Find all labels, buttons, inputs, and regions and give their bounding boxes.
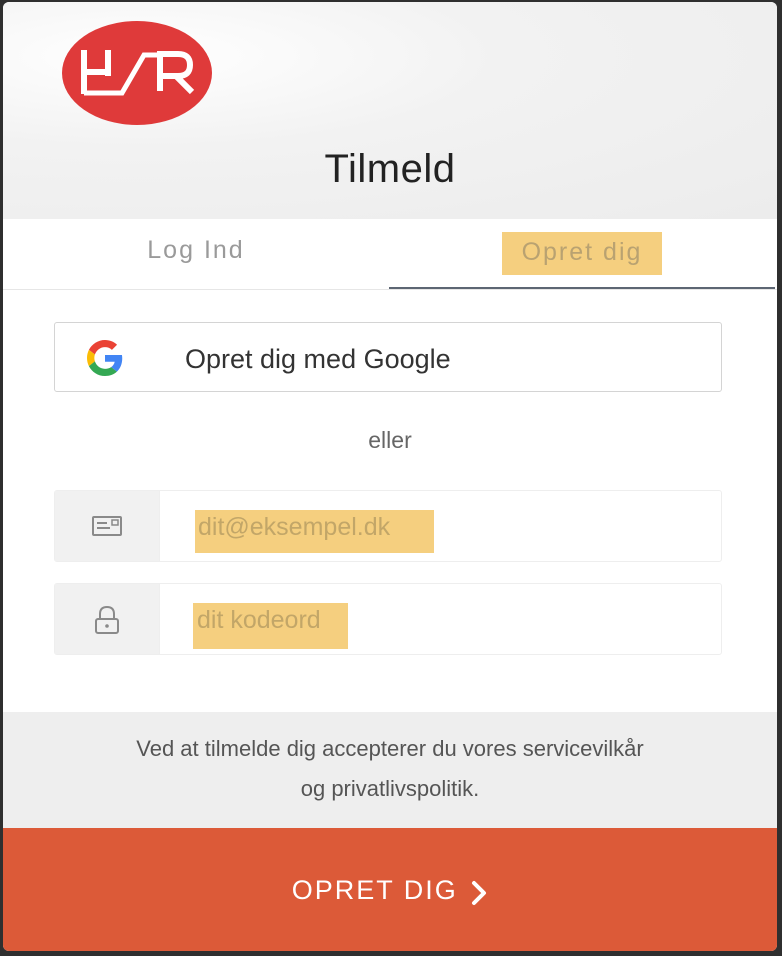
tab-opret-dig[interactable]: Opret dig — [389, 219, 775, 289]
terms-notice: Ved at tilmelde dig accepterer du vores … — [3, 712, 777, 828]
email-input[interactable] — [160, 491, 720, 561]
password-input[interactable] — [160, 584, 720, 654]
terms-line-2: og privatlivspolitik. — [300, 776, 480, 801]
logo-mark-icon — [81, 50, 195, 96]
google-signup-button[interactable]: Opret dig med Google — [54, 322, 722, 392]
password-icon-box — [55, 584, 160, 654]
submit-label: OPRET DIG — [291, 875, 458, 905]
header: Tilmeld — [3, 2, 777, 219]
lock-icon — [95, 605, 119, 634]
separator-text: eller — [368, 427, 412, 453]
chevron-right-icon — [472, 880, 487, 905]
email-field-group: dit@eksempel.dk — [54, 490, 722, 562]
tab-opret-dig-label: Opret dig — [501, 232, 663, 275]
envelope-icon — [92, 516, 122, 536]
signup-widget: Tilmeld Log Ind Opret dig Opret dig med … — [3, 2, 777, 951]
terms-line-1: Ved at tilmelde dig accepterer du vores … — [136, 736, 644, 761]
password-field-group: dit kodeord — [54, 583, 722, 655]
google-signup-label: Opret dig med Google — [185, 344, 451, 374]
logo — [62, 21, 212, 125]
email-icon-box — [55, 491, 160, 561]
tab-log-ind-label: Log Ind — [147, 236, 245, 264]
page-title: Tilmeld — [324, 147, 456, 191]
submit-button[interactable]: OPRET DIG — [3, 828, 777, 951]
tab-log-ind[interactable]: Log Ind — [3, 219, 389, 289]
google-icon — [87, 340, 123, 376]
auth-tabs: Log Ind Opret dig — [3, 219, 777, 290]
